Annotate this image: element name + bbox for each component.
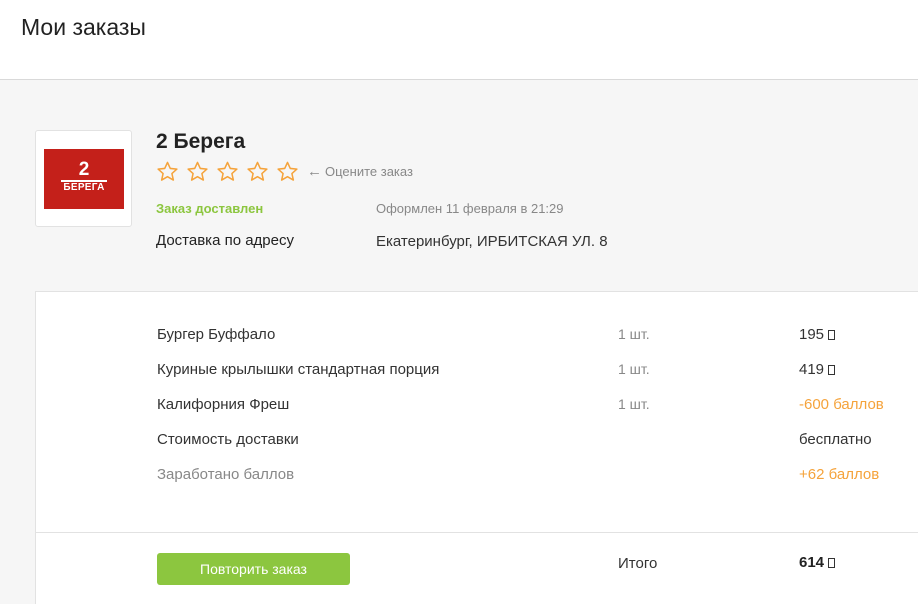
item-price-value: 419 (799, 361, 825, 378)
rating-stars: ← Оцените заказ (156, 160, 413, 183)
repeat-order-button[interactable]: Повторить заказ (157, 553, 350, 585)
star-icon[interactable] (186, 160, 209, 183)
delivery-cost-row: Стоимость доставки бесплатно (36, 431, 918, 451)
order-details-card: Бургер Буффало 1 шт. 195 Куриные крылышк… (35, 291, 918, 604)
delivery-address: Екатеринбург, ИРБИТСКАЯ УЛ. 8 (376, 233, 608, 250)
delivery-cost-value: бесплатно (799, 431, 872, 448)
restaurant-logo-image: 2 БЕРЕГА (44, 149, 124, 209)
delivery-label: Доставка по адресу (156, 232, 294, 249)
order-item-row: Бургер Буффало 1 шт. 195 (36, 326, 918, 346)
arrow-left-icon: ← (307, 163, 322, 180)
order-item-row: Куриные крылышки стандартная порция 1 шт… (36, 361, 918, 381)
star-icon[interactable] (276, 160, 299, 183)
total-value: 614 (799, 554, 836, 571)
ruble-icon (828, 558, 836, 568)
top-bar: Мои заказы (0, 0, 918, 80)
order-date: Оформлен 11 февраля в 21:29 (376, 201, 564, 216)
total-amount: 614 (799, 554, 825, 571)
rate-hint-label: Оцените заказ (325, 164, 413, 179)
order-item-row: Калифорния Фреш 1 шт. -600 баллов (36, 396, 918, 416)
total-label: Итого (618, 555, 658, 572)
ruble-icon (828, 330, 836, 340)
card-divider (36, 532, 918, 533)
item-qty: 1 шт. (618, 396, 650, 412)
item-price: 419 (799, 361, 836, 378)
star-icon[interactable] (246, 160, 269, 183)
earned-points-value: +62 баллов (799, 466, 880, 483)
restaurant-name: 2 Берега (156, 130, 246, 153)
order-status: Заказ доставлен (156, 201, 264, 216)
logo-word: БЕРЕГА (63, 182, 105, 193)
delivery-cost-label: Стоимость доставки (157, 431, 299, 448)
earned-points-label: Заработано баллов (157, 466, 295, 483)
item-price: 195 (799, 326, 836, 343)
rate-hint: ← Оцените заказ (307, 163, 413, 180)
logo-number: 2 (78, 159, 90, 180)
item-qty: 1 шт. (618, 326, 650, 342)
star-icon[interactable] (156, 160, 179, 183)
item-name: Калифорния Фреш (157, 396, 290, 413)
earned-points-row: Заработано баллов +62 баллов (36, 466, 918, 486)
star-icon[interactable] (216, 160, 239, 183)
item-name: Куриные крылышки стандартная порция (157, 361, 440, 378)
item-price-value: 195 (799, 326, 825, 343)
ruble-icon (828, 365, 836, 375)
item-price: -600 баллов (799, 396, 884, 413)
page-title: Мои заказы (21, 14, 146, 40)
item-qty: 1 шт. (618, 361, 650, 377)
restaurant-logo[interactable]: 2 БЕРЕГА (35, 130, 132, 227)
item-name: Бургер Буффало (157, 326, 276, 343)
